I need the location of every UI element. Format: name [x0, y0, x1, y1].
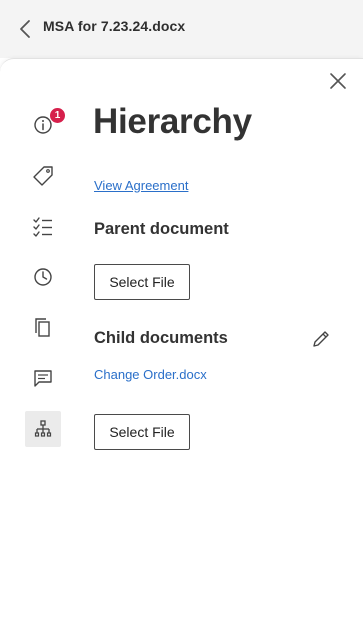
hierarchy-panel	[0, 58, 363, 641]
hierarchy-icon	[34, 420, 52, 437]
sidebar-item-comments[interactable]	[25, 360, 61, 396]
sidebar-item-copies[interactable]	[25, 310, 61, 346]
parent-document-title: Parent document	[94, 220, 229, 238]
top-bar: MSA for 7.23.24.docx	[0, 0, 363, 58]
sidebar-item-tags[interactable]	[25, 158, 61, 194]
view-agreement-link[interactable]: View Agreement	[94, 178, 188, 193]
parent-select-file-button[interactable]: Select File	[94, 264, 190, 300]
chevron-left-icon	[20, 20, 30, 38]
comment-icon	[34, 370, 52, 387]
notification-badge: 1	[50, 108, 65, 123]
tag-icon	[33, 166, 53, 186]
clock-icon	[34, 268, 52, 286]
child-documents-title: Child documents	[94, 329, 228, 347]
document-title: MSA for 7.23.24.docx	[43, 18, 186, 34]
edit-child-documents-button[interactable]	[310, 328, 332, 350]
child-file-link[interactable]: Change Order.docx	[94, 367, 207, 382]
back-button[interactable]	[14, 17, 36, 41]
close-icon	[330, 73, 346, 89]
sidebar-item-history[interactable]	[25, 259, 61, 295]
child-select-file-button[interactable]: Select File	[94, 414, 190, 450]
sidebar-item-checklist[interactable]	[25, 209, 61, 245]
copy-icon	[35, 318, 50, 337]
page-title: Hierarchy	[93, 102, 252, 141]
close-button[interactable]	[328, 71, 348, 91]
pencil-icon	[313, 331, 329, 347]
sidebar-item-hierarchy[interactable]	[25, 411, 61, 447]
checklist-icon	[33, 217, 52, 237]
